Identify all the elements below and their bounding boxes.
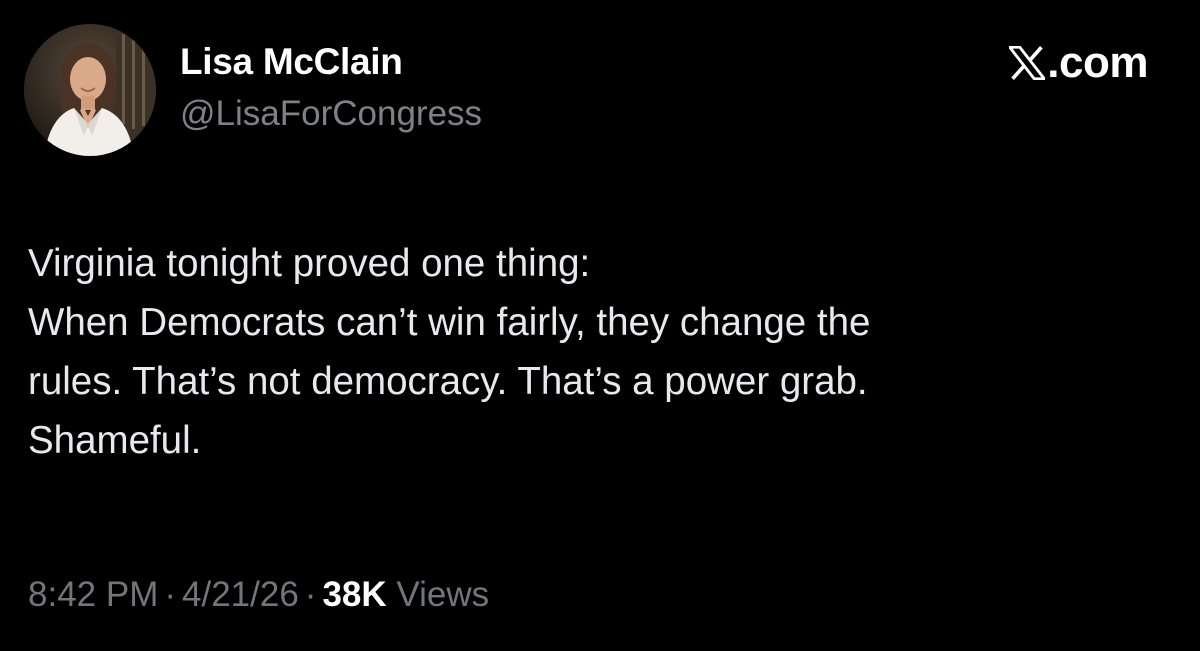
tweet-text-line: Virginia tonight proved one thing: — [28, 242, 591, 285]
tweet-text-line: rules. That’s not democracy. That’s a po… — [28, 360, 868, 403]
tweet-text-line: Shameful. — [28, 419, 202, 462]
x-logo-icon — [1009, 46, 1046, 80]
tweet-meta: 8:42 PM · 4/21/26 · 38K Views — [28, 573, 489, 617]
author-avatar[interactable] — [24, 24, 156, 156]
x-brand-link[interactable]: .com — [1009, 38, 1148, 88]
tweet-text-line: When Democrats can’t win fairly, they ch… — [28, 301, 871, 344]
tweet-time[interactable]: 8:42 PM — [28, 575, 158, 614]
views-count[interactable]: 38K — [322, 575, 386, 614]
meta-separator: · — [304, 575, 317, 614]
author-handle[interactable]: @LisaForCongress — [180, 92, 482, 136]
views-label: Views — [396, 575, 490, 614]
brand-domain-label: .com — [1047, 38, 1148, 87]
tweet-card: Lisa McClain @LisaForCongress .com Virgi… — [0, 0, 1200, 651]
profile-photo-icon — [24, 24, 156, 156]
author-display-name[interactable]: Lisa McClain — [180, 40, 482, 84]
meta-separator: · — [164, 575, 177, 614]
tweet-date[interactable]: 4/21/26 — [182, 575, 299, 614]
author-block: Lisa McClain @LisaForCongress — [180, 40, 482, 136]
tweet-text: Virginia tonight proved one thing: When … — [28, 234, 1178, 470]
